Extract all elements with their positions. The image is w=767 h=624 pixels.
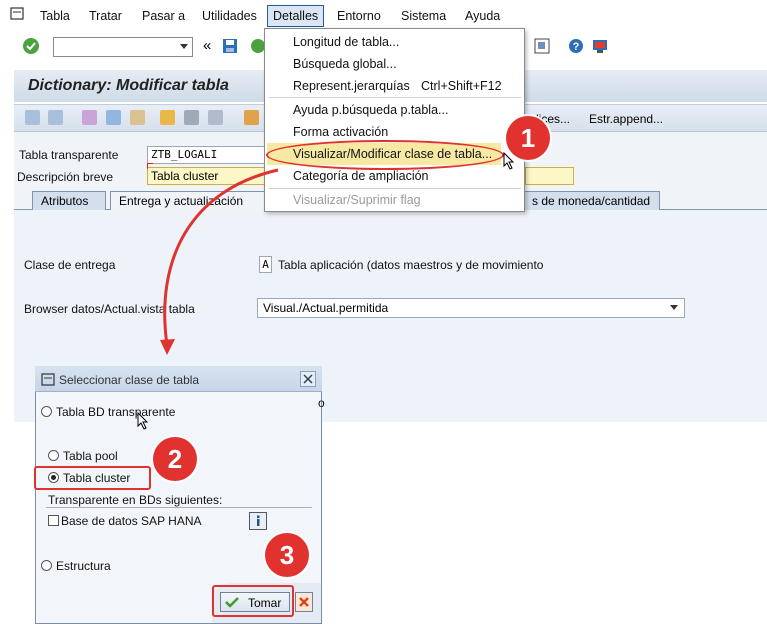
clase-entrega-label: Clase de entrega — [24, 258, 116, 272]
menu-detalles[interactable]: Detalles — [267, 5, 325, 27]
annotation-arrow — [160, 168, 279, 355]
where-used-icon[interactable] — [208, 110, 223, 125]
tabla-label: Tabla transparente — [19, 148, 119, 162]
check-icon[interactable] — [130, 110, 145, 125]
radio-transparente[interactable] — [41, 406, 52, 417]
page-title: Dictionary: Modificar tabla — [28, 77, 229, 94]
menu-sistema[interactable]: Sistema — [401, 9, 446, 23]
menu-item-longitud[interactable]: Longitud de tabla... — [293, 35, 399, 49]
browser-dropdown[interactable]: Visual./Actual.permitida — [257, 298, 685, 318]
cancel-button[interactable] — [295, 592, 313, 612]
mouse-cursor-icon — [137, 411, 149, 433]
help-icon[interactable]: ? — [568, 38, 584, 54]
opt-transparente-label: Tabla BD transparente — [56, 405, 176, 419]
checkbox-hana[interactable] — [48, 515, 59, 526]
details-menu: Longitud de tabla... Búsqueda global... … — [264, 28, 525, 212]
menu-item-shortcut: Ctrl+Shift+F12 — [421, 79, 502, 93]
dialog-title: Seleccionar clase de tabla — [59, 373, 200, 387]
menu-separator — [269, 97, 521, 98]
group-divider — [46, 507, 312, 508]
annotation-ellipse — [266, 140, 504, 170]
close-icon[interactable] — [300, 371, 316, 387]
menu-tabla[interactable]: Tabla — [40, 9, 70, 23]
annotation-box-cluster — [34, 466, 151, 490]
back-icon[interactable]: « — [203, 37, 211, 54]
chk-hana-label: Base de datos SAP HANA — [61, 514, 202, 528]
activate-icon[interactable] — [160, 110, 175, 125]
customize-icon[interactable] — [592, 38, 608, 54]
chevron-down-icon — [180, 44, 188, 49]
desc-label: Descripción breve — [17, 170, 114, 184]
step-badge-2: 2 — [153, 437, 197, 481]
step-badge-3: 3 — [265, 533, 309, 577]
radio-estructura[interactable] — [41, 560, 52, 571]
wand-icon[interactable] — [184, 110, 199, 125]
info-icon[interactable] — [249, 512, 267, 530]
menu-separator — [269, 188, 521, 189]
chevron-down-icon — [670, 305, 678, 310]
desc-field-right[interactable] — [525, 167, 574, 185]
radio-pool[interactable] — [48, 450, 59, 461]
estr-append-button[interactable]: Estr.append... — [589, 112, 663, 126]
menu-item-ayuda[interactable]: Ayuda p.búsqueda p.tabla... — [293, 103, 448, 117]
annotation-box-tomar — [212, 585, 294, 617]
menu-entorno[interactable]: Entorno — [337, 9, 381, 23]
enter-icon[interactable] — [22, 37, 40, 55]
opt-estructura-label: Estructura — [56, 559, 111, 573]
arrow-right-icon[interactable] — [48, 110, 63, 125]
menu-item-busqueda[interactable]: Búsqueda global... — [293, 57, 397, 71]
display-change-icon[interactable] — [82, 110, 97, 125]
mouse-cursor-icon — [503, 151, 515, 173]
menu-item-categoria[interactable]: Categoría de ampliación — [293, 169, 429, 183]
menu-item-forma[interactable]: Forma activación — [293, 125, 388, 139]
system-menu-icon[interactable] — [10, 7, 24, 20]
menu-item-represent[interactable]: Represent.jerarquías — [293, 79, 410, 93]
menu-utilidades[interactable]: Utilidades — [202, 9, 257, 23]
dialog-icon — [41, 373, 55, 389]
save-icon[interactable] — [222, 38, 238, 54]
svg-text:?: ? — [573, 41, 580, 53]
step-badge-1: 1 — [506, 116, 550, 160]
partial-text: o — [318, 396, 325, 410]
menu-pasar-a[interactable]: Pasar a — [142, 9, 185, 23]
tab-moneda[interactable]: s de moneda/cantidad — [523, 191, 660, 210]
layout-icon[interactable] — [534, 38, 550, 54]
other-object-icon[interactable] — [106, 110, 121, 125]
clase-text: Tabla aplicación (datos maestros y de mo… — [278, 258, 544, 272]
arrow-left-icon[interactable] — [25, 110, 40, 125]
group-label: Transparente en BDs siguientes: — [48, 493, 223, 507]
hierarchy-icon[interactable] — [244, 110, 259, 125]
menu-item-suprimir-flag: Visualizar/Suprimir flag — [293, 193, 421, 207]
menu-tratar[interactable]: Tratar — [89, 9, 122, 23]
menu-ayuda[interactable]: Ayuda — [465, 9, 500, 23]
command-field[interactable] — [53, 37, 193, 57]
tab-atributos[interactable]: Atributos — [32, 191, 106, 210]
opt-pool-label: Tabla pool — [63, 449, 118, 463]
